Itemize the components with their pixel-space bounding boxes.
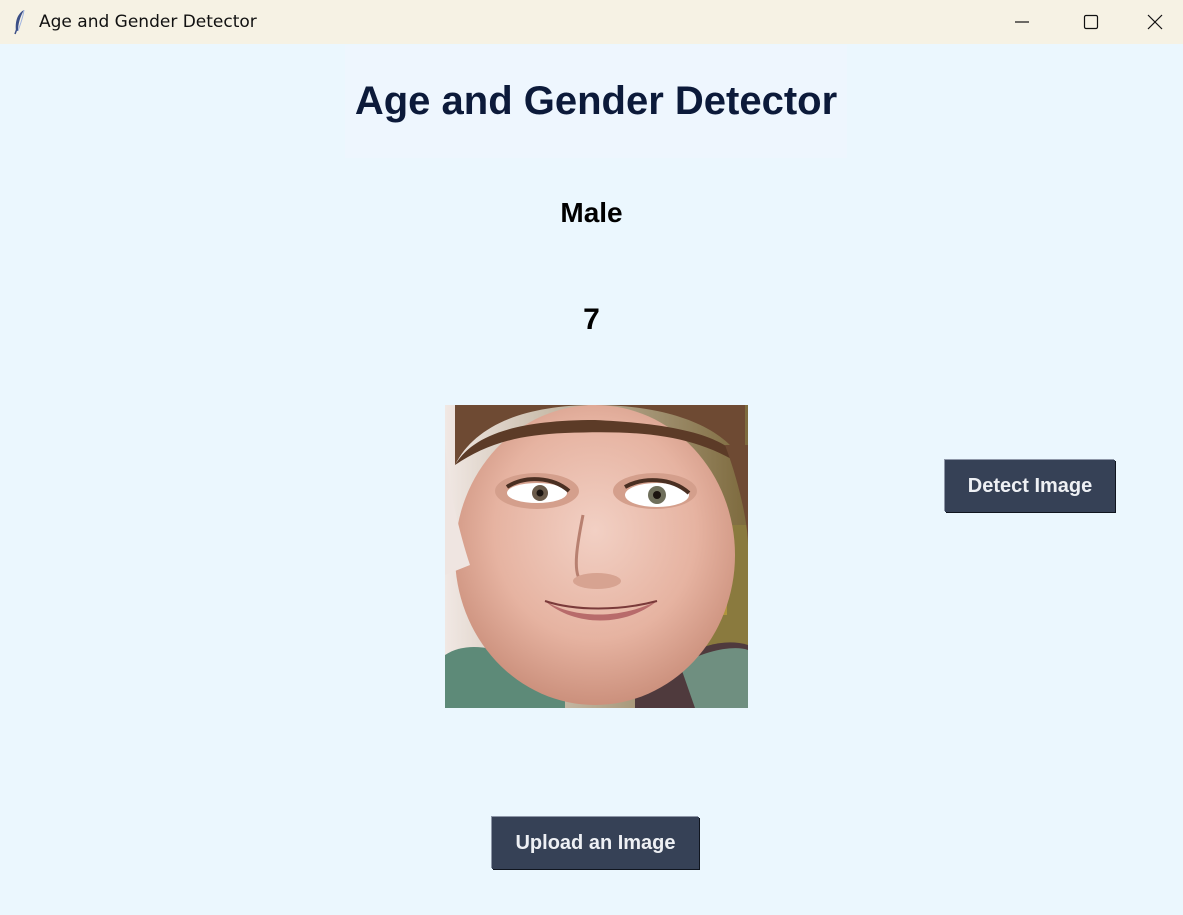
minimize-button[interactable]: [988, 0, 1056, 44]
heading-panel: Age and Gender Detector: [345, 45, 847, 158]
detect-image-button[interactable]: Detect Image: [945, 460, 1115, 512]
maximize-icon: [1083, 14, 1099, 30]
gender-result: Male: [560, 197, 623, 228]
age-result: 7: [583, 303, 600, 336]
app-heading: Age and Gender Detector: [354, 79, 838, 123]
image-preview: [445, 405, 748, 708]
title-bar[interactable]: Age and Gender Detector: [0, 0, 1183, 44]
feather-icon: [14, 9, 25, 35]
close-icon: [1147, 14, 1162, 30]
maximize-button[interactable]: [1057, 0, 1125, 44]
upload-image-button[interactable]: Upload an Image: [492, 817, 699, 869]
minimize-icon: [1015, 21, 1029, 23]
app-window: Age and Gender Detector Age and Gender D…: [0, 0, 1183, 915]
close-button[interactable]: [1126, 0, 1183, 44]
face-photo: [445, 405, 748, 708]
window-title: Age and Gender Detector: [39, 12, 257, 32]
